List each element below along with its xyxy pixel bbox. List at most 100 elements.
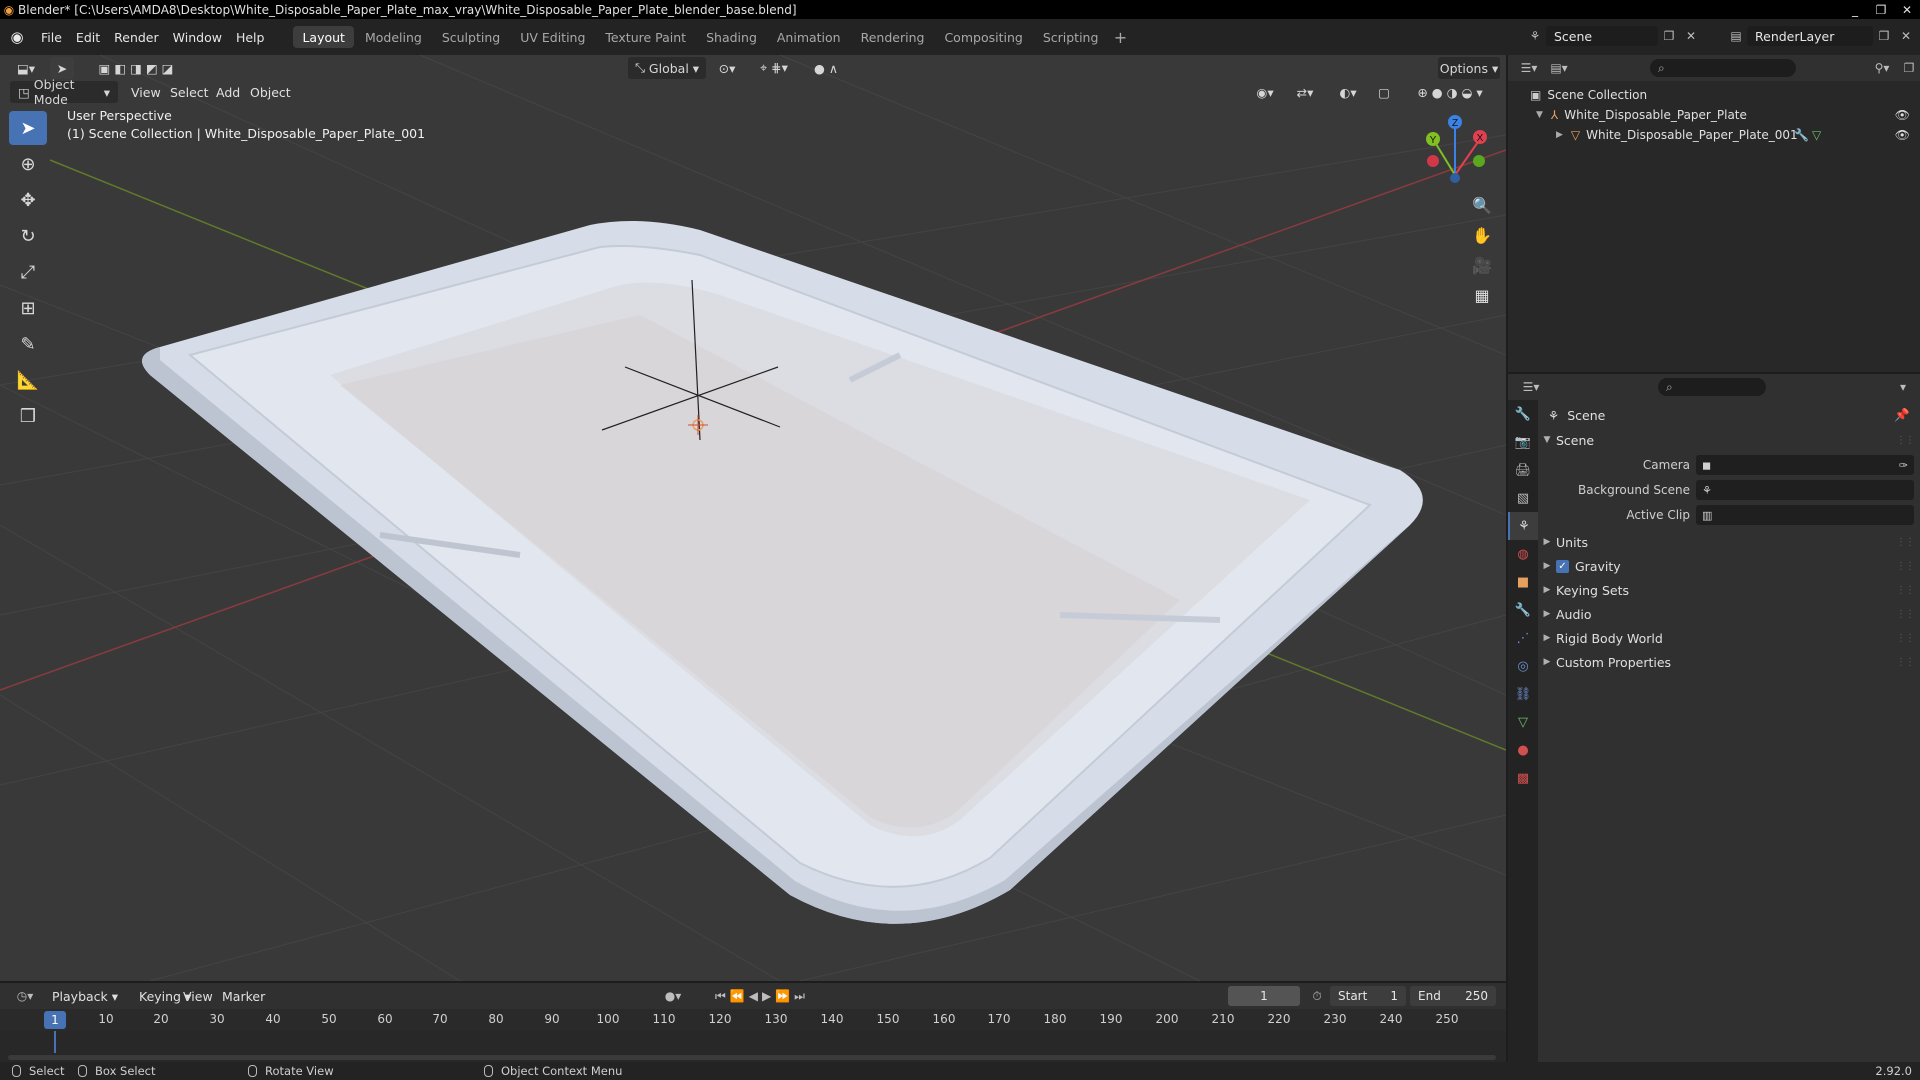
pin-icon[interactable]: 📌 bbox=[1894, 407, 1910, 423]
scene-icon[interactable]: ⚘ bbox=[1524, 26, 1546, 46]
start-frame-field[interactable]: Start 1 bbox=[1330, 986, 1406, 1006]
maximize-button[interactable]: ❐ bbox=[1868, 0, 1894, 19]
renderlayer-icon[interactable]: ▤ bbox=[1725, 26, 1747, 46]
audio-panel-header[interactable]: ▶ Audio ⋮⋮ bbox=[1538, 603, 1920, 625]
tab-sculpting[interactable]: Sculpting bbox=[433, 26, 509, 48]
drag-handle-icon[interactable]: ⋮⋮ bbox=[1896, 633, 1915, 644]
properties-editor-type-icon[interactable]: ☰▾ bbox=[1516, 377, 1546, 397]
expand-arrow-icon[interactable]: ▼ bbox=[1538, 435, 1556, 445]
shading-mode-icons[interactable]: ⊕ ● ◑ ◒ ▾ bbox=[1400, 81, 1500, 103]
output-tab-icon[interactable]: 🖨 bbox=[1508, 456, 1538, 484]
remove-scene-icon[interactable]: ✕ bbox=[1680, 26, 1702, 46]
tab-compositing[interactable]: Compositing bbox=[935, 26, 1031, 48]
object-mode-dropdown[interactable]: ◳ Object Mode ▾ bbox=[10, 77, 118, 107]
expand-arrow-icon[interactable]: ▶ bbox=[1538, 537, 1556, 547]
select-tool-icon[interactable]: ➤ bbox=[50, 57, 74, 79]
selection-mode-icons[interactable]: ▣ ◧ ◨ ◩ ◪ bbox=[88, 57, 184, 79]
playback-controls-icons[interactable]: ⏮⏪◀▶⏩⏭ bbox=[704, 986, 820, 1006]
outliner-editor-type-icon[interactable]: ☰▾ bbox=[1514, 58, 1544, 78]
constraints-tab-icon[interactable]: ⛓ bbox=[1508, 680, 1538, 708]
timeline-menu-playback[interactable]: Playback ▾ bbox=[52, 985, 118, 1007]
viewport-scene[interactable]: Z X Y bbox=[0, 55, 1506, 981]
viewport-menu-object[interactable]: Object bbox=[250, 81, 291, 103]
properties-search-input[interactable]: ⌕ bbox=[1658, 378, 1766, 396]
filter-icon[interactable]: ⚲▾ bbox=[1868, 58, 1896, 78]
renderlayer-name-field[interactable]: RenderLayer bbox=[1747, 26, 1873, 46]
particles-tab-icon[interactable]: ⋰ bbox=[1508, 624, 1538, 652]
pivot-point-icon[interactable]: ⊙▾ bbox=[712, 57, 742, 79]
minimize-button[interactable]: _ bbox=[1842, 0, 1868, 19]
physics-tab-icon[interactable]: ◎ bbox=[1508, 652, 1538, 680]
timeline-menu-view[interactable]: View bbox=[183, 985, 213, 1007]
gravity-panel-header[interactable]: ▶ ✓ Gravity ⋮⋮ bbox=[1538, 555, 1920, 577]
menu-edit[interactable]: Edit bbox=[69, 25, 107, 49]
gizmo-neg-y-handle[interactable] bbox=[1473, 155, 1485, 167]
drag-handle-icon[interactable]: ⋮⋮ bbox=[1896, 609, 1915, 620]
display-mode-icon[interactable]: ▤▾ bbox=[1544, 58, 1574, 78]
measure-tool-icon[interactable]: 📐 bbox=[9, 363, 47, 397]
gizmo-neg-z-handle[interactable] bbox=[1450, 173, 1460, 183]
modifier-tab-icon[interactable]: 🔧 bbox=[1508, 596, 1538, 624]
rigid-body-world-panel-header[interactable]: ▶ Rigid Body World ⋮⋮ bbox=[1538, 627, 1920, 649]
cursor-tool-icon[interactable]: ⊕ bbox=[9, 147, 47, 181]
annotate-tool-icon[interactable]: ✎ bbox=[9, 327, 47, 361]
scene-name-field[interactable]: Scene bbox=[1546, 26, 1658, 46]
render-tab-icon[interactable]: 📷 bbox=[1508, 428, 1538, 456]
timeline-menu-marker[interactable]: Marker bbox=[222, 985, 265, 1007]
zoom-view-icon[interactable]: 🔍 bbox=[1468, 191, 1496, 219]
data-tab-icon[interactable]: ▽ bbox=[1508, 708, 1538, 736]
gravity-checkbox[interactable]: ✓ bbox=[1556, 559, 1569, 573]
options-dropdown[interactable]: Options ▾ bbox=[1438, 57, 1500, 79]
expand-arrow-icon[interactable]: ▶ bbox=[1538, 585, 1556, 595]
timeline-frame-ruler[interactable]: 1 10 20 30 40 50 60 70 80 90 100 110 120… bbox=[0, 1009, 1506, 1031]
gizmo-neg-x-handle[interactable] bbox=[1427, 155, 1439, 167]
drag-handle-icon[interactable]: ⋮⋮ bbox=[1896, 585, 1915, 596]
proportional-edit-icon[interactable]: ● ∧ bbox=[806, 57, 846, 79]
select-box-tool-icon[interactable]: ➤ bbox=[9, 111, 47, 145]
ortho-toggle-icon[interactable]: ▦ bbox=[1468, 281, 1496, 309]
outliner-row-collection[interactable]: ▼ ⅄ White_Disposable_Paper_Plate 👁 bbox=[1508, 105, 1920, 125]
units-panel-header[interactable]: ▶ Units ⋮⋮ bbox=[1538, 531, 1920, 553]
camera-view-icon[interactable]: 🎥 bbox=[1468, 251, 1496, 279]
tab-animation[interactable]: Animation bbox=[768, 26, 850, 48]
expand-arrow-icon[interactable]: ▶ bbox=[1538, 633, 1556, 643]
preview-range-clock-icon[interactable]: ⏱ bbox=[1306, 986, 1328, 1006]
visibility-eye-icon[interactable]: ◉▾ bbox=[1250, 81, 1280, 103]
paper-plate-object[interactable] bbox=[142, 221, 1423, 924]
outliner-search-input[interactable]: ⌕ bbox=[1650, 59, 1796, 77]
eyedropper-icon[interactable]: ✑ bbox=[1899, 459, 1908, 472]
tab-scripting[interactable]: Scripting bbox=[1034, 26, 1108, 48]
drag-handle-icon[interactable]: ⋮⋮ bbox=[1896, 657, 1915, 668]
gizmo-toggle-icon[interactable]: ⇄▾ bbox=[1288, 81, 1322, 103]
custom-properties-panel-header[interactable]: ▶ Custom Properties ⋮⋮ bbox=[1538, 651, 1920, 673]
viewport-menu-add[interactable]: Add bbox=[216, 81, 240, 103]
rotate-tool-icon[interactable]: ↻ bbox=[9, 219, 47, 253]
drag-handle-icon[interactable]: ⋮⋮ bbox=[1896, 561, 1915, 572]
timeline-keyframe-area[interactable] bbox=[0, 1031, 1506, 1062]
tab-uv-editing[interactable]: UV Editing bbox=[511, 26, 594, 48]
active-clip-field[interactable]: ▥ bbox=[1696, 505, 1914, 525]
tab-modeling[interactable]: Modeling bbox=[356, 26, 431, 48]
close-button[interactable]: ✕ bbox=[1894, 0, 1920, 19]
xray-toggle-icon[interactable]: ▢ bbox=[1374, 81, 1394, 103]
pan-view-icon[interactable]: ✋ bbox=[1468, 221, 1496, 249]
keying-sets-panel-header[interactable]: ▶ Keying Sets ⋮⋮ bbox=[1538, 579, 1920, 601]
viewport-menu-view[interactable]: View bbox=[131, 81, 161, 103]
view-layer-tab-icon[interactable]: ▧ bbox=[1508, 484, 1538, 512]
expand-arrow-icon[interactable]: ▶ bbox=[1556, 130, 1563, 140]
timeline-scrollbar[interactable] bbox=[8, 1055, 1496, 1060]
new-collection-icon[interactable]: ❐ bbox=[1898, 58, 1920, 78]
auto-keying-record-icon[interactable]: ●▾ bbox=[658, 986, 688, 1006]
drag-handle-icon[interactable]: ⋮⋮ bbox=[1896, 435, 1915, 446]
expand-arrow-icon[interactable]: ▶ bbox=[1538, 657, 1556, 667]
transform-orientation-dropdown[interactable]: ⤡ Global ▾ bbox=[628, 57, 706, 79]
tab-texture-paint[interactable]: Texture Paint bbox=[596, 26, 695, 48]
drag-handle-icon[interactable]: ⋮⋮ bbox=[1896, 537, 1915, 548]
scene-panel-header[interactable]: ▼ Scene ⋮⋮ bbox=[1538, 429, 1920, 451]
viewport-menu-select[interactable]: Select bbox=[170, 81, 209, 103]
new-scene-icon[interactable]: ❐ bbox=[1658, 26, 1680, 46]
3d-viewport[interactable]: Z X Y ⬓▾ ➤ ▣ ◧ ◨ ◩ ◪ ⤡ Global ▾ ⊙▾ ⌖ ⋕▾ … bbox=[0, 55, 1506, 981]
modifier-wrench-icon[interactable]: 🔧 bbox=[1794, 128, 1809, 142]
expand-arrow-icon[interactable]: ▼ bbox=[1536, 110, 1543, 120]
menu-file[interactable]: File bbox=[34, 25, 69, 49]
